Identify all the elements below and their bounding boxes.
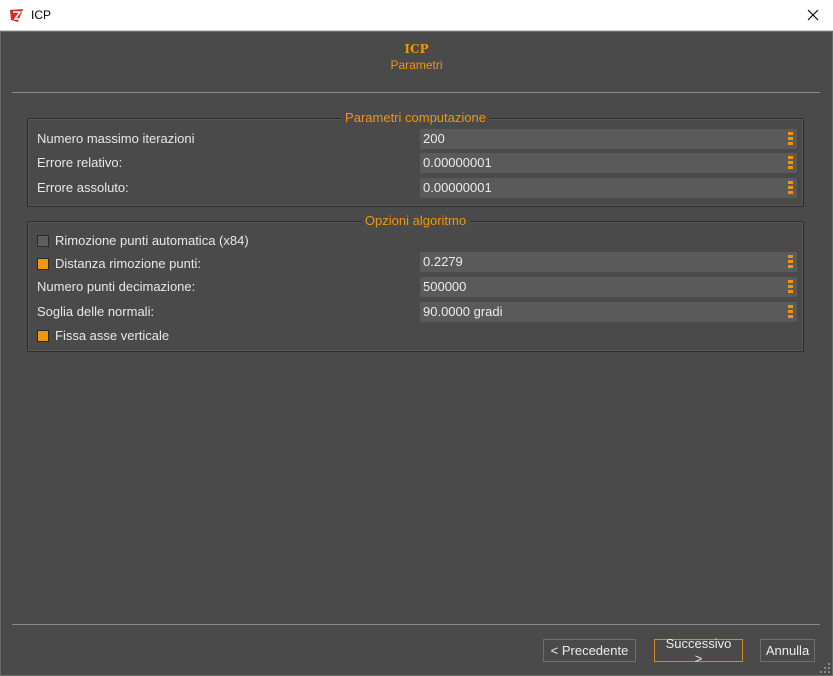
algorithm-options-group: Opzioni algoritmo Rimozione punti automa… <box>27 213 804 352</box>
relative-error-value: 0.00000001 <box>423 155 492 170</box>
close-icon <box>807 9 819 21</box>
spin-arrows-icon[interactable] <box>788 156 793 170</box>
distance-removal-checkbox-row[interactable]: Distanza rimozione punti: <box>37 256 201 271</box>
previous-button[interactable]: < Precedente <box>543 639 636 662</box>
spin-arrows-icon[interactable] <box>788 280 793 294</box>
app-logo-icon <box>10 9 23 22</box>
max-iterations-value: 200 <box>423 131 445 146</box>
auto-removal-checkbox-row[interactable]: Rimozione punti automatica (x84) <box>37 233 249 248</box>
normals-threshold-value: 90.0000 gradi <box>423 304 503 319</box>
fix-vertical-axis-checkbox-row[interactable]: Fissa asse verticale <box>37 328 169 343</box>
relative-error-spinbox[interactable]: 0.00000001 <box>420 153 797 173</box>
window-title: ICP <box>31 8 52 22</box>
absolute-error-value: 0.00000001 <box>423 180 492 195</box>
spin-arrows-icon[interactable] <box>788 255 793 269</box>
next-button[interactable]: Successivo > <box>654 636 743 666</box>
header-separator <box>12 92 820 93</box>
spin-arrows-icon[interactable] <box>788 181 793 195</box>
fix-vertical-axis-label: Fissa asse verticale <box>55 328 170 343</box>
normals-threshold-label: Soglia delle normali: <box>37 304 155 319</box>
page-title: ICP <box>404 42 429 56</box>
distance-removal-value: 0.2279 <box>423 254 463 269</box>
relative-error-label: Errore relativo: <box>37 155 123 170</box>
page-subtitle: Parametri <box>390 58 443 72</box>
absolute-error-label: Errore assoluto: <box>37 180 129 195</box>
footer-separator <box>12 624 820 625</box>
normals-threshold-spinbox[interactable]: 90.0000 gradi <box>420 302 797 322</box>
computation-params-group: Parametri computazione Numero massimo it… <box>27 110 804 207</box>
close-button[interactable] <box>793 0 833 30</box>
auto-removal-label: Rimozione punti automatica (x84) <box>55 233 249 248</box>
spin-arrows-icon[interactable] <box>788 305 793 319</box>
distance-removal-spinbox[interactable]: 0.2279 <box>420 252 797 272</box>
fix-vertical-axis-checkbox[interactable] <box>37 329 49 342</box>
spin-arrows-icon[interactable] <box>788 132 793 146</box>
cancel-button[interactable]: Annulla <box>760 639 815 662</box>
distance-removal-label: Distanza rimozione punti: <box>55 256 201 271</box>
decimation-value: 500000 <box>423 279 467 294</box>
max-iterations-label: Numero massimo iterazioni <box>37 131 195 146</box>
decimation-spinbox[interactable]: 500000 <box>420 277 797 297</box>
decimation-label: Numero punti decimazione: <box>37 279 196 294</box>
auto-removal-checkbox[interactable] <box>37 234 49 247</box>
window-titlebar: ICP <box>0 0 833 31</box>
resize-grip-icon[interactable] <box>819 662 831 674</box>
distance-removal-checkbox[interactable] <box>37 257 49 270</box>
absolute-error-spinbox[interactable]: 0.00000001 <box>420 178 797 198</box>
max-iterations-spinbox[interactable]: 200 <box>420 129 797 149</box>
